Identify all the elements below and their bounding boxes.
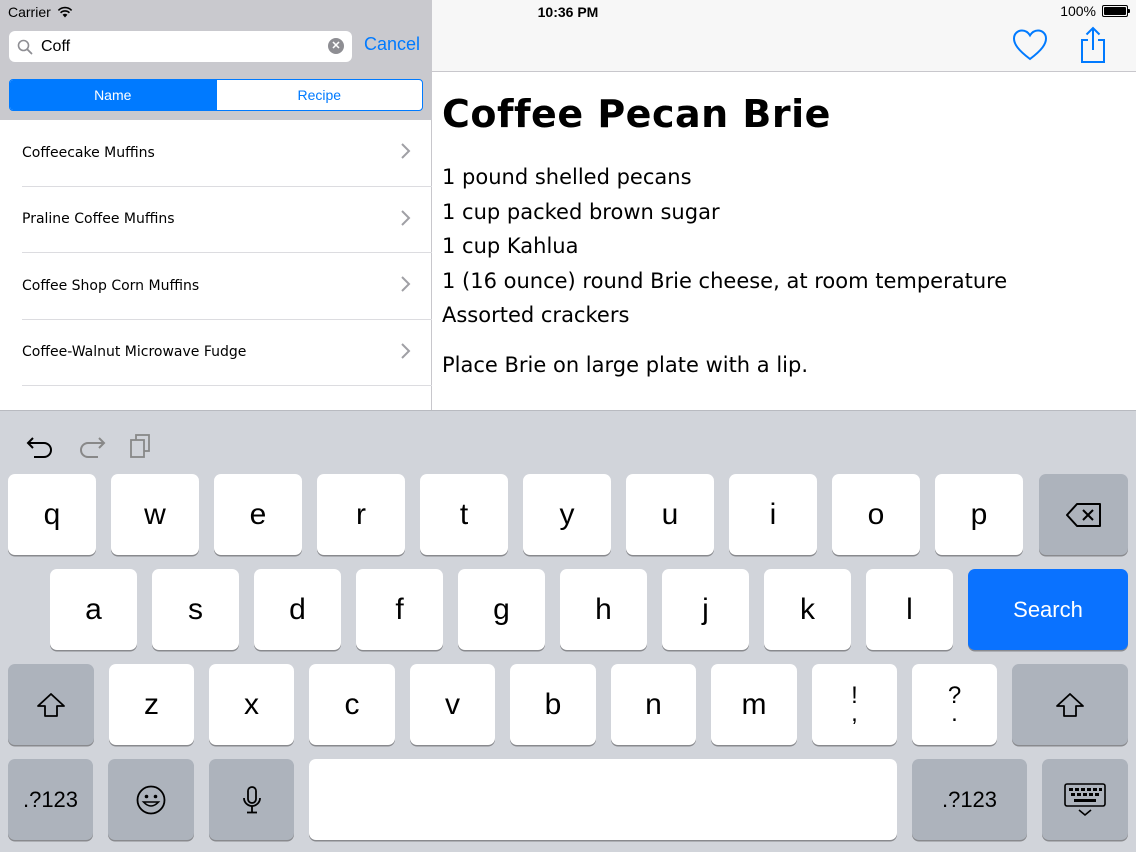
key-s[interactable]: s [152, 569, 239, 650]
key-secondary-glyph: . [951, 699, 958, 727]
key-q[interactable]: q [8, 474, 96, 555]
redo-icon[interactable] [78, 433, 106, 459]
key-u[interactable]: u [626, 474, 714, 555]
search-field[interactable]: ✕ [9, 31, 352, 62]
key-h[interactable]: h [560, 569, 647, 650]
key-m[interactable]: m [711, 664, 797, 745]
list-item-label: Praline Coffee Muffins [22, 211, 175, 228]
emoji-key[interactable] [108, 759, 194, 840]
list-item-label: Coffeecake Muffins [22, 144, 155, 161]
key-n[interactable]: n [611, 664, 696, 745]
segment-recipe[interactable]: Recipe [215, 80, 423, 110]
key-a[interactable]: a [50, 569, 137, 650]
key-x[interactable]: x [209, 664, 294, 745]
shift-key-left[interactable] [8, 664, 94, 745]
space-bar[interactable] [309, 759, 897, 840]
recipe-results-list: Coffeecake Muffins Praline Coffee Muffin… [0, 120, 432, 386]
backspace-icon [1065, 502, 1101, 527]
recipe-title: Coffee Pecan Brie [442, 92, 831, 136]
microphone-icon [242, 785, 261, 813]
list-item[interactable]: Coffee-Walnut Microwave Fudge [22, 320, 432, 386]
key-z[interactable]: z [109, 664, 194, 745]
key-g[interactable]: g [458, 569, 545, 650]
chevron-right-icon [401, 276, 411, 292]
shift-key-right[interactable] [1012, 664, 1128, 745]
emoji-icon [136, 785, 166, 814]
numbers-key-left[interactable]: .?123 [8, 759, 93, 840]
key-exclaim-comma[interactable]: ! , [812, 664, 897, 745]
chevron-right-icon [401, 143, 411, 159]
search-icon [17, 39, 33, 54]
battery-icon [1102, 5, 1130, 17]
recipe-instructions: Place Brie on large plate with a lip. [442, 352, 809, 377]
chevron-right-icon [401, 209, 411, 226]
key-y[interactable]: y [523, 474, 611, 555]
key-b[interactable]: b [510, 664, 596, 745]
key-e[interactable]: e [214, 474, 302, 555]
search-input[interactable] [41, 37, 311, 56]
key-j[interactable]: j [662, 569, 749, 650]
dictation-key[interactable] [209, 759, 294, 840]
share-icon[interactable] [1078, 26, 1108, 64]
key-o[interactable]: o [832, 474, 920, 555]
key-question-period[interactable]: ? . [912, 664, 997, 745]
key-r[interactable]: r [317, 474, 405, 555]
search-scope-control: Name Recipe [9, 79, 423, 111]
key-w[interactable]: w [111, 474, 199, 555]
on-screen-keyboard: q w e r t y u i o p a s d f g h j k l Se… [0, 410, 1136, 852]
undo-icon[interactable] [26, 433, 54, 459]
cancel-button[interactable]: Cancel [364, 34, 420, 55]
list-item[interactable]: Coffee Shop Corn Muffins [22, 253, 432, 320]
hide-keyboard-icon [1064, 782, 1106, 816]
ingredient-item: 1 (16 ounce) round Brie cheese, at room … [442, 268, 1008, 293]
heart-icon[interactable] [1012, 28, 1048, 62]
status-bar: Carrier 10:36 PM 100% [0, 0, 1136, 22]
search-key[interactable]: Search [968, 569, 1128, 650]
key-secondary-glyph: , [851, 699, 858, 727]
key-l[interactable]: l [866, 569, 953, 650]
shift-icon [37, 692, 65, 717]
battery-percent: 100% [1060, 3, 1096, 19]
segment-name[interactable]: Name [10, 80, 216, 110]
ingredient-item: Assorted crackers [442, 303, 630, 327]
list-item-label: Coffee Shop Corn Muffins [22, 277, 200, 294]
numbers-key-right[interactable]: .?123 [912, 759, 1027, 840]
hide-keyboard-key[interactable] [1042, 759, 1128, 840]
backspace-key[interactable] [1039, 474, 1128, 555]
list-item[interactable]: Praline Coffee Muffins [22, 187, 432, 253]
key-k[interactable]: k [764, 569, 851, 650]
ingredient-item: 1 pound shelled pecans [442, 165, 692, 189]
key-c[interactable]: c [309, 664, 395, 745]
key-f[interactable]: f [356, 569, 443, 650]
recipe-search-pane: ✕ Cancel Name Recipe Coffeecake Muffins … [0, 0, 432, 410]
status-time: 10:36 PM [537, 4, 599, 20]
key-i[interactable]: i [729, 474, 817, 555]
ingredient-list: 1 pound shelled pecans 1 cup packed brow… [442, 160, 1136, 333]
key-v[interactable]: v [410, 664, 495, 745]
key-d[interactable]: d [254, 569, 341, 650]
recipe-detail: Coffee Pecan Brie 1 pound shelled pecans… [432, 72, 1136, 410]
ingredient-item: 1 cup Kahlua [442, 234, 579, 258]
key-t[interactable]: t [420, 474, 508, 555]
list-item[interactable]: Coffeecake Muffins [22, 120, 432, 187]
clear-search-icon[interactable]: ✕ [328, 38, 344, 54]
chevron-right-icon [401, 342, 411, 359]
shift-icon [1056, 692, 1084, 717]
key-p[interactable]: p [935, 474, 1023, 555]
ingredient-item: 1 cup packed brown sugar [442, 199, 720, 224]
list-item-label: Coffee-Walnut Microwave Fudge [22, 344, 247, 361]
paste-icon[interactable] [128, 433, 156, 459]
